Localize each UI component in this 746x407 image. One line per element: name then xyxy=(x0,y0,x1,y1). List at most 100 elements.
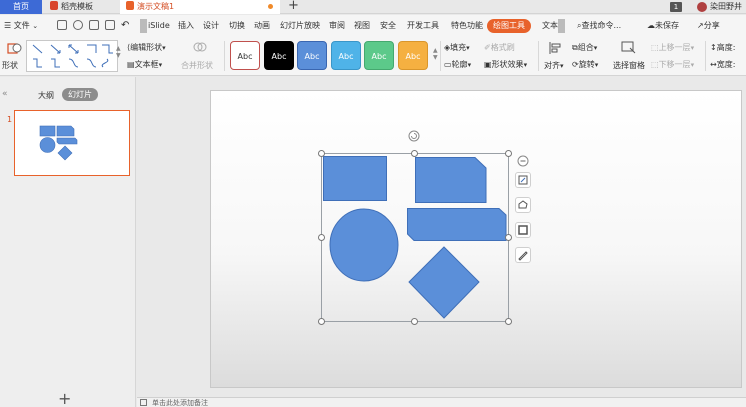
menu-drawing-tools[interactable]: 绘图工具 xyxy=(487,19,531,33)
slide-canvas[interactable] xyxy=(210,90,742,388)
shape-gallery[interactable] xyxy=(26,40,118,72)
shape-button[interactable]: 形状 xyxy=(2,60,18,71)
add-slide-button[interactable]: + xyxy=(58,389,71,407)
menu-review[interactable]: 审阅 xyxy=(329,15,345,37)
format-brush-button[interactable]: ✐格式刷 xyxy=(484,42,515,53)
resize-handle-right[interactable] xyxy=(505,234,512,241)
menu-developer[interactable]: 开发工具 xyxy=(407,15,439,37)
notes-bar[interactable]: 单击此处添加备注 xyxy=(137,397,746,407)
edit-shape-icon xyxy=(518,200,528,209)
style-gallery-scroll-icon[interactable]: ▲ ▼ xyxy=(433,47,438,61)
tab-document[interactable]: 演示文稿1 xyxy=(120,0,280,14)
new-tab-button[interactable]: + xyxy=(288,0,299,13)
resize-handle-top[interactable] xyxy=(411,150,418,157)
shape-style-button-3[interactable]: Abc xyxy=(297,41,327,70)
selection-box xyxy=(321,153,509,322)
textbox-button[interactable]: ▤文本框▾ xyxy=(127,59,162,70)
menu-security[interactable]: 安全 xyxy=(380,15,396,37)
user-name[interactable]: 染田野井 xyxy=(710,0,742,14)
tab-slides[interactable]: 幻灯片 xyxy=(62,88,98,101)
save-icon[interactable] xyxy=(57,20,67,30)
menu-transition[interactable]: 切换 xyxy=(229,15,245,37)
undo-icon[interactable]: ↶ xyxy=(121,15,129,37)
notes-placeholder: 单击此处添加备注 xyxy=(152,399,208,407)
slide-number: 1 xyxy=(7,115,13,124)
gallery-scroll-icon[interactable]: ▲ ▼ xyxy=(116,45,121,59)
textbox-label: 文本框 xyxy=(134,60,159,69)
outline-button[interactable]: ▭轮廓▾ xyxy=(444,59,471,70)
edit-shape-label: 编辑形状 xyxy=(130,43,163,52)
chevron-down-icon: ▾ xyxy=(594,61,599,69)
fill-quick-button[interactable] xyxy=(515,222,531,238)
bring-forward-label: 上移一层 xyxy=(658,43,691,52)
pen-icon xyxy=(518,251,528,261)
menu-islide[interactable]: iSlide xyxy=(148,15,170,37)
group-button[interactable]: ⧉组合▾ xyxy=(572,42,597,53)
shape-icon[interactable] xyxy=(7,42,22,55)
chevron-down-icon: ▾ xyxy=(593,44,598,52)
merge-shape-button[interactable]: 合并形状 xyxy=(181,60,213,71)
chevron-down-icon: ▾ xyxy=(162,44,166,52)
menu-design[interactable]: 设计 xyxy=(203,15,219,37)
menu-insert[interactable]: 插入 xyxy=(178,15,194,37)
shape-style-button-2[interactable]: Abc xyxy=(264,41,294,70)
layout-options-button[interactable] xyxy=(515,172,531,188)
resize-handle-bottom-left[interactable] xyxy=(318,318,325,325)
menu-animation[interactable]: 动画 xyxy=(254,15,270,37)
rotate-label: 旋转 xyxy=(578,60,595,69)
chevron-down-icon: ▾ xyxy=(690,44,695,52)
shape-style-button-6[interactable]: Abc xyxy=(398,41,428,70)
align-icon xyxy=(549,42,561,54)
unsaved-status[interactable]: ☁未保存 xyxy=(647,15,679,37)
command-search[interactable]: ⌕查找命令... xyxy=(577,15,621,37)
menu-special[interactable]: 特色功能 xyxy=(451,15,483,37)
rotate-handle-icon[interactable] xyxy=(408,130,420,142)
width-label: 宽度: xyxy=(716,60,736,69)
resize-handle-top-left[interactable] xyxy=(318,150,325,157)
resize-handle-bottom[interactable] xyxy=(411,318,418,325)
scroll-right-marker xyxy=(558,19,565,33)
chevron-down-icon: ▾ xyxy=(690,61,695,69)
file-menu-button[interactable]: ☰ 文件 ⌄ xyxy=(4,15,38,37)
format-brush-label: 格式刷 xyxy=(490,43,515,52)
tab-outline[interactable]: 大纲 xyxy=(38,90,54,101)
fill-icon xyxy=(518,225,528,235)
menu-view[interactable]: 视图 xyxy=(354,15,370,37)
tab-templates[interactable]: 稻壳模板 xyxy=(44,0,118,14)
height-icon: ↕ xyxy=(710,43,717,52)
bring-forward-button[interactable]: ⬚上移一层▾ xyxy=(651,42,694,53)
avatar[interactable] xyxy=(697,2,707,12)
slide-thumbnail[interactable] xyxy=(14,110,130,176)
outline-quick-button[interactable] xyxy=(515,247,531,263)
export-icon[interactable] xyxy=(73,20,83,30)
shape-style-button-1[interactable]: Abc xyxy=(230,41,260,70)
height-field[interactable]: ↕高度: xyxy=(710,42,735,53)
menu-text[interactable]: 文本 xyxy=(542,15,558,37)
resize-handle-left[interactable] xyxy=(318,234,325,241)
align-button[interactable]: 对齐▾ xyxy=(544,60,564,71)
send-backward-button[interactable]: ⬚下移一层▾ xyxy=(651,59,694,70)
shape-effect-button[interactable]: ▣形状效果▾ xyxy=(484,59,527,70)
window-count-badge[interactable]: 1 xyxy=(670,2,682,12)
selection-pane-button[interactable]: 选择窗格 xyxy=(613,60,645,71)
ribbon-divider xyxy=(538,41,539,71)
print-icon[interactable] xyxy=(89,20,99,30)
preview-icon[interactable] xyxy=(105,20,115,30)
fill-button[interactable]: ◈填充▾ xyxy=(444,42,470,53)
shape-style-button-5[interactable]: Abc xyxy=(364,41,394,70)
shape-style-button-4[interactable]: Abc xyxy=(331,41,361,70)
rotate-button[interactable]: ⟳旋转▾ xyxy=(572,59,598,70)
resize-handle-bottom-right[interactable] xyxy=(505,318,512,325)
effect-icon: ▣ xyxy=(484,60,492,69)
tab-home[interactable]: 首页 xyxy=(0,0,42,14)
share-icon: ↗ xyxy=(697,21,704,30)
menu-slideshow[interactable]: 幻灯片放映 xyxy=(280,15,320,37)
chevron-down-icon: ▾ xyxy=(466,44,470,52)
resize-handle-top-right[interactable] xyxy=(505,150,512,157)
minus-icon[interactable] xyxy=(517,155,529,167)
edit-shape-quick-button[interactable] xyxy=(515,197,531,213)
collapse-panel-icon[interactable]: « xyxy=(2,89,8,99)
width-field[interactable]: ↔宽度: xyxy=(710,59,735,70)
share-button[interactable]: ↗分享 xyxy=(697,15,720,37)
edit-shape-button[interactable]: ⟨编辑形状▾ xyxy=(127,42,166,53)
